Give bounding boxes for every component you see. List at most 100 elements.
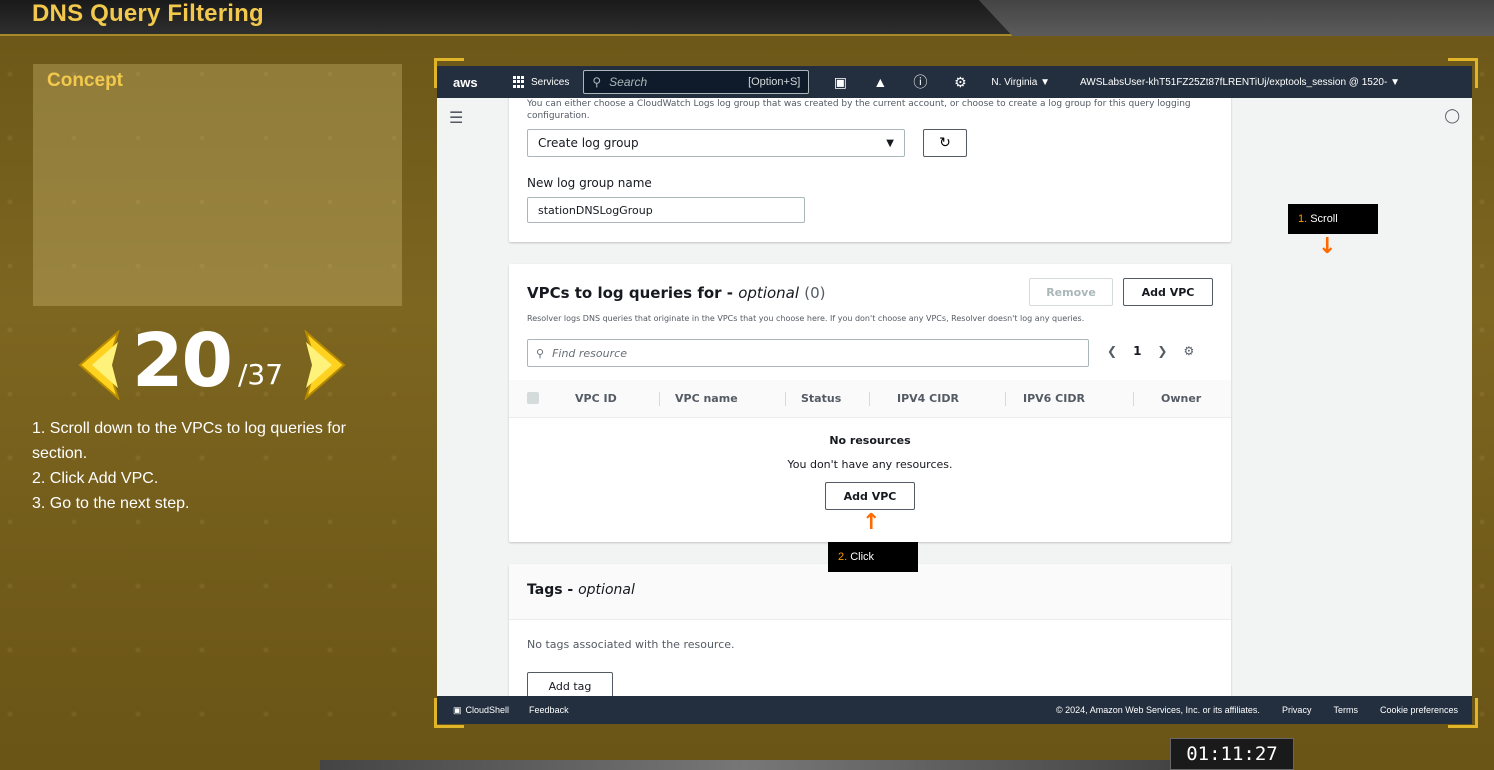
click-hint: 2. Click [828, 542, 918, 572]
chevron-right-icon [304, 328, 346, 402]
new-log-group-label: New log group name [527, 176, 652, 190]
vpcs-count: (0) [804, 284, 826, 302]
vpcs-title-text: VPCs to log queries for - [527, 284, 733, 302]
tags-title-text: Tags - [527, 582, 574, 598]
column-ipv6-cidr[interactable]: IPV6 CIDR [1023, 392, 1085, 405]
vpcs-title: VPCs to log queries for - optional (0) [527, 284, 826, 302]
console-content: ☰ ◯ You can either choose a CloudWatch L… [437, 98, 1472, 696]
bottom-decoration [320, 760, 1170, 770]
cookie-preferences-link[interactable]: Cookie preferences [1380, 705, 1458, 715]
tags-optional: optional [578, 582, 635, 598]
help-icon[interactable]: ⓘ [911, 73, 929, 91]
search-icon: ⚲ [536, 346, 545, 360]
hint-text: Click [850, 551, 875, 563]
notifications-bell-icon[interactable]: ▲ [871, 73, 889, 91]
vpcs-panel: VPCs to log queries for - optional (0) R… [509, 264, 1231, 542]
hint-number: 2. [838, 551, 848, 563]
column-owner[interactable]: Owner [1161, 392, 1201, 405]
step-line: 2. Click Add VPC. [32, 470, 159, 487]
arrow-down-icon: ↓ [1318, 234, 1337, 259]
column-divider [659, 392, 660, 406]
scroll-hint: 1. Scroll [1288, 204, 1378, 234]
refresh-icon: ↻ [939, 135, 951, 151]
chevron-left-icon[interactable]: ❮ [1107, 344, 1117, 358]
settings-gear-icon[interactable]: ⚙ [951, 73, 969, 91]
add-vpc-button[interactable]: Add VPC [1123, 278, 1213, 306]
privacy-link[interactable]: Privacy [1282, 705, 1312, 715]
find-resource-input[interactable]: ⚲ Find resource [527, 339, 1089, 367]
tags-panel: Tags - optional No tags associated with … [509, 564, 1231, 696]
select-all-checkbox[interactable] [527, 392, 539, 404]
search-input[interactable]: ⚲ Search [Option+S] [583, 70, 810, 94]
column-vpc-id[interactable]: VPC ID [575, 392, 617, 405]
add-tag-button[interactable]: Add tag [527, 672, 613, 696]
app-title: DNS Query Filtering [32, 0, 264, 27]
previous-step-button[interactable] [72, 328, 120, 402]
column-ipv4-cidr[interactable]: IPV4 CIDR [897, 392, 959, 405]
select-value: Create log group [538, 136, 639, 150]
vpcs-optional: optional [738, 284, 800, 302]
aws-logo[interactable]: aws [453, 75, 493, 90]
services-label: Services [531, 76, 570, 88]
info-panel-icon[interactable]: ◯ [1444, 108, 1460, 124]
new-log-group-input[interactable]: stationDNSLogGroup [527, 197, 805, 223]
column-divider [1005, 392, 1006, 406]
tags-header: Tags - optional [509, 564, 1231, 620]
cloudshell-link[interactable]: ▣ CloudShell [453, 705, 509, 716]
remove-button[interactable]: Remove [1029, 278, 1113, 306]
hint-number: 1. [1298, 213, 1308, 225]
log-group-select[interactable]: Create log group ▼ [527, 129, 905, 157]
step-line: 1. Scroll down to the VPCs to log querie… [32, 420, 346, 437]
column-vpc-name[interactable]: VPC name [675, 392, 738, 405]
table-header: VPC ID VPC name Status IPV4 CIDR IPV6 CI… [509, 380, 1231, 418]
search-icon: ⚲ [592, 75, 602, 89]
aws-top-nav: aws Services ⚲ Search [Option+S] ▣ ▲ ⓘ ⚙… [437, 66, 1472, 98]
column-divider [785, 392, 786, 406]
region-selector[interactable]: N. Virginia ▼ [991, 77, 1050, 88]
cloudshell-icon: ▣ [453, 704, 462, 715]
empty-add-vpc-button[interactable]: Add VPC [825, 482, 915, 510]
refresh-button[interactable]: ↻ [923, 129, 967, 157]
aws-footer: ▣ CloudShell Feedback © 2024, Amazon Web… [437, 696, 1472, 724]
column-divider [869, 392, 870, 406]
tags-title: Tags - optional [527, 582, 635, 598]
cloudshell-icon[interactable]: ▣ [831, 73, 849, 91]
log-group-panel: You can either choose a CloudWatch Logs … [509, 98, 1231, 242]
total-steps: /37 [238, 358, 284, 391]
instruction-panel: Concept 20 /37 1. Scroll down to the VPC… [0, 38, 432, 770]
table-settings-icon[interactable]: ⚙ [1183, 344, 1194, 358]
copyright: © 2024, Amazon Web Services, Inc. or its… [1056, 705, 1260, 715]
step-line: 3. Go to the next step. [32, 495, 190, 512]
feedback-link[interactable]: Feedback [529, 705, 569, 715]
concept-box: Concept [33, 64, 402, 306]
empty-state-title: No resources [829, 434, 911, 447]
hint-text: Scroll [1310, 213, 1338, 225]
log-group-note: You can either choose a CloudWatch Logs … [527, 99, 1191, 121]
terms-link[interactable]: Terms [1333, 705, 1358, 715]
current-step-number: 20 [132, 318, 233, 404]
services-menu[interactable]: Services [513, 76, 569, 88]
caret-down-icon: ▼ [886, 137, 894, 149]
menu-icon[interactable]: ☰ [449, 108, 463, 127]
column-status[interactable]: Status [801, 392, 841, 405]
tags-empty-text: No tags associated with the resource. [527, 638, 735, 651]
chevron-left-icon [78, 328, 120, 402]
step-instructions: 1. Scroll down to the VPCs to log querie… [32, 416, 402, 516]
column-divider [1133, 392, 1134, 406]
next-step-button[interactable] [304, 328, 352, 402]
title-bar-decoration [978, 0, 1494, 36]
grid-icon [513, 76, 525, 88]
search-shortcut: [Option+S] [748, 76, 801, 88]
session-timer: 01:11:27 [1170, 738, 1294, 770]
empty-state-subtitle: You don't have any resources. [787, 458, 953, 471]
account-menu[interactable]: AWSLabsUser-khT51FZ25Zt87fLRENTiUj/expto… [1080, 77, 1400, 88]
arrow-up-icon: ↑ [862, 510, 881, 535]
step-line: section. [32, 445, 88, 462]
page-number[interactable]: 1 [1133, 344, 1141, 358]
chevron-right-icon[interactable]: ❯ [1157, 344, 1167, 358]
cloudshell-label: CloudShell [465, 705, 510, 715]
search-placeholder: Search [609, 75, 648, 89]
vpcs-description: Resolver logs DNS queries that originate… [527, 314, 1085, 323]
title-bar: DNS Query Filtering [0, 0, 1494, 36]
find-placeholder: Find resource [552, 346, 627, 360]
